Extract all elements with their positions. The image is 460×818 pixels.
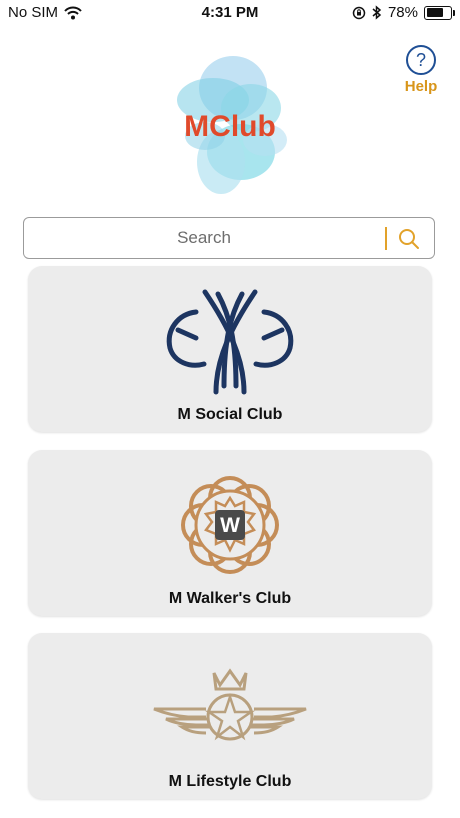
help-icon: ? xyxy=(406,45,436,75)
mclub-logo: MClub xyxy=(177,56,287,194)
logo-text: MClub xyxy=(184,110,276,143)
svg-text:W: W xyxy=(220,514,240,537)
bluetooth-icon xyxy=(372,5,382,20)
club-card-social[interactable]: M Social Club xyxy=(28,266,432,432)
lion-crest-icon xyxy=(166,289,294,395)
help-label: Help xyxy=(404,78,438,95)
status-right-group: 78% xyxy=(352,4,455,21)
search-divider xyxy=(385,227,387,250)
help-button[interactable]: ? Help xyxy=(402,45,440,95)
club-name: M Walker's Club xyxy=(168,590,292,607)
club-card-walker[interactable]: W M Walker's Club xyxy=(28,450,432,616)
search-input[interactable] xyxy=(24,218,384,258)
rotation-lock-icon xyxy=(352,6,366,19)
search-bar[interactable] xyxy=(23,217,435,259)
club-name: M Lifestyle Club xyxy=(168,773,292,790)
club-name: M Social Club xyxy=(177,406,283,423)
status-bar: No SIM 4:31 PM 78% xyxy=(0,0,460,26)
battery-percent: 78% xyxy=(387,4,418,21)
club-card-lifestyle[interactable]: M Lifestyle Club xyxy=(28,633,432,799)
battery-icon xyxy=(424,5,455,20)
search-icon[interactable] xyxy=(397,227,421,251)
walker-badge-icon: W xyxy=(181,476,279,574)
winged-star-icon xyxy=(153,668,307,741)
